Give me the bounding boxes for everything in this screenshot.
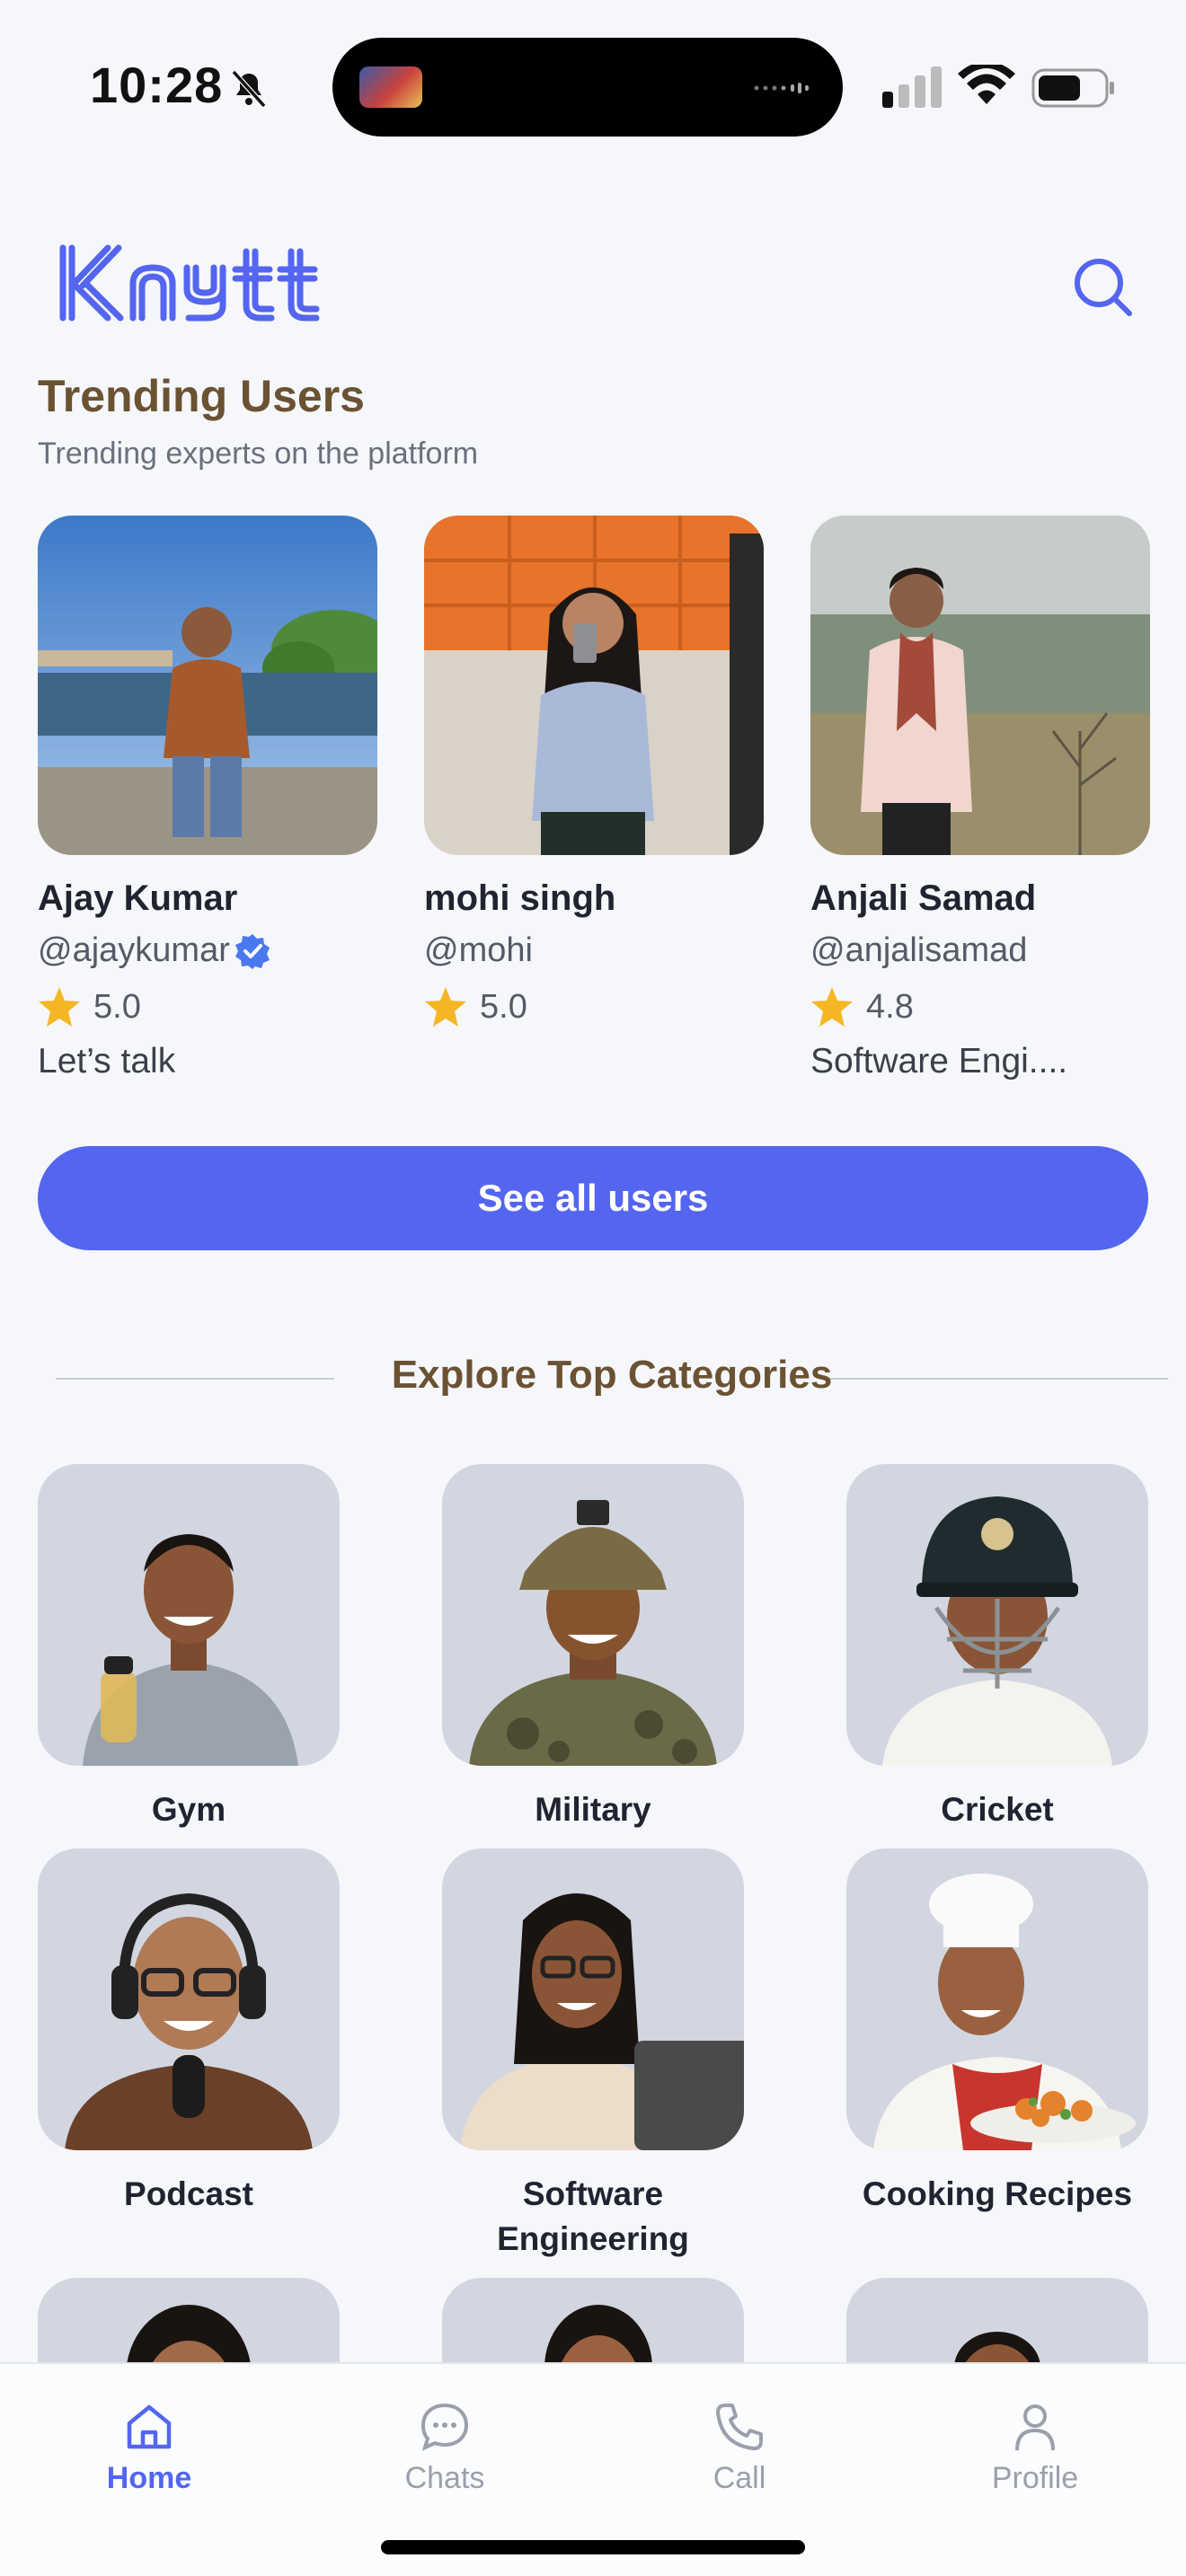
knytt-logo xyxy=(59,244,320,322)
user-rating: 4.8 xyxy=(810,986,1152,1028)
user-name: Anjali Samad xyxy=(810,878,1037,918)
audio-waveform-icon xyxy=(754,83,809,93)
category-gym[interactable]: Gym xyxy=(38,1464,340,1832)
user-rating: 5.0 xyxy=(424,986,766,1028)
rating-value: 5.0 xyxy=(480,987,527,1026)
category-military[interactable]: Military xyxy=(442,1464,744,1832)
tab-label: Home xyxy=(106,2461,192,2495)
trending-title: Trending Users xyxy=(38,371,365,421)
profile-icon xyxy=(1015,2404,1055,2451)
trending-subtitle: Trending experts on the platform xyxy=(38,437,479,471)
status-bar: 10:28 xyxy=(0,0,1186,171)
tab-call[interactable]: Call xyxy=(650,2400,829,2496)
user-name: Ajay Kumar xyxy=(38,878,238,918)
category-image xyxy=(442,1464,744,1766)
category-cricket[interactable]: Cricket xyxy=(846,1464,1148,1832)
see-all-users-button[interactable]: See all users xyxy=(38,1146,1148,1250)
category-label: Podcast xyxy=(124,2175,253,2212)
home-screen: 10:28 Trending Users Trending experts on… xyxy=(0,0,1186,2576)
user-photo xyxy=(38,516,377,855)
trending-users-list: Ajay Kumar @ajaykumar 5.0 Let’s talk moh… xyxy=(38,516,1186,1090)
user-handle-row: @mohi xyxy=(424,931,766,970)
category-label: Gym xyxy=(151,1791,226,1828)
user-handle: @ajaykumar xyxy=(38,931,230,969)
search-button[interactable] xyxy=(1067,251,1139,323)
tab-label: Profile xyxy=(991,2461,1079,2495)
user-handle: @mohi xyxy=(424,931,533,969)
category-label: Software Engineering xyxy=(497,2175,689,2257)
user-bio: Let’s talk xyxy=(38,1042,176,1081)
home-icon xyxy=(127,2404,172,2449)
categories-header: Explore Top Categories xyxy=(56,1347,1168,1410)
wifi-icon xyxy=(958,65,1015,104)
category-image xyxy=(442,1848,744,2150)
phone-icon xyxy=(716,2404,763,2450)
verified-badge-icon xyxy=(235,933,270,969)
category-label: Cooking Recipes xyxy=(862,2175,1133,2212)
tab-label: Chats xyxy=(404,2461,485,2495)
user-rating: 5.0 xyxy=(38,986,379,1028)
user-bio: Software Engi.... xyxy=(810,1042,1068,1081)
muted-bell-icon xyxy=(231,69,267,109)
rating-value: 4.8 xyxy=(866,987,914,1026)
now-playing-thumbnail xyxy=(359,66,422,108)
chat-icon xyxy=(420,2403,469,2451)
star-icon xyxy=(425,987,466,1027)
rating-value: 5.0 xyxy=(93,987,141,1026)
user-photo xyxy=(424,516,764,855)
category-image xyxy=(38,1464,340,1766)
tab-label: Call xyxy=(712,2461,766,2495)
category-cooking-recipes[interactable]: Cooking Recipes xyxy=(846,1848,1148,2217)
status-time: 10:28 xyxy=(90,57,224,113)
dynamic-island[interactable] xyxy=(332,38,843,137)
star-icon xyxy=(39,987,80,1027)
user-card[interactable]: mohi singh @mohi 5.0 xyxy=(424,516,766,1042)
category-image xyxy=(38,1848,340,2150)
tab-profile[interactable]: Profile xyxy=(945,2400,1125,2496)
battery-icon xyxy=(1031,68,1114,108)
user-handle: @anjalisamad xyxy=(810,931,1028,969)
user-handle-row: @anjalisamad xyxy=(810,931,1152,970)
star-icon xyxy=(811,987,853,1027)
user-handle-row: @ajaykumar xyxy=(38,931,379,970)
category-label: Cricket xyxy=(941,1791,1054,1828)
category-podcast[interactable]: Podcast xyxy=(38,1848,340,2217)
user-card[interactable]: Ajay Kumar @ajaykumar 5.0 Let’s talk xyxy=(38,516,379,1081)
category-image xyxy=(846,1848,1148,2150)
user-photo xyxy=(810,516,1150,855)
category-image xyxy=(846,1464,1148,1766)
cellular-signal-icon xyxy=(882,66,942,108)
tab-chats[interactable]: Chats xyxy=(355,2400,535,2496)
categories-title: Explore Top Categories xyxy=(391,1353,833,1397)
user-name: mohi singh xyxy=(424,878,616,918)
user-card[interactable]: Anjali Samad @anjalisamad 4.8 Software E… xyxy=(810,516,1152,1081)
tab-home[interactable]: Home xyxy=(59,2400,239,2496)
home-indicator[interactable] xyxy=(381,2540,805,2554)
category-label: Military xyxy=(535,1791,651,1828)
search-icon xyxy=(1075,259,1132,316)
category-software-engineering[interactable]: Software Engineering xyxy=(442,1848,744,2262)
